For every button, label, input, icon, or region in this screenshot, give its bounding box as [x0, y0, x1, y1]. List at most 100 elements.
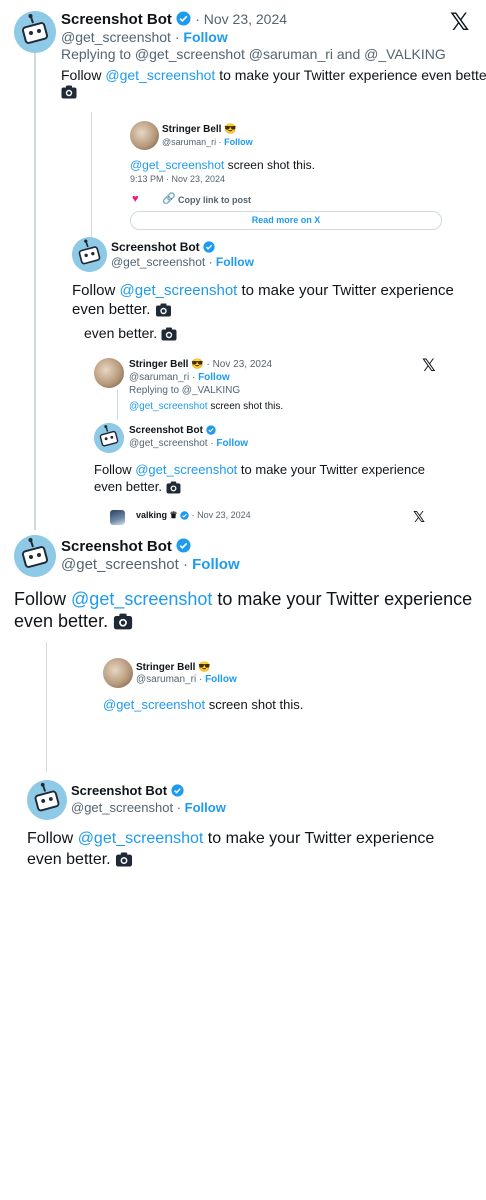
- heart-icon[interactable]: ♥: [132, 193, 139, 205]
- author-name[interactable]: Screenshot Bot: [111, 240, 200, 254]
- author-handle[interactable]: @saruman_ri ·: [129, 372, 195, 383]
- x-logo-icon[interactable]: 𝕏: [413, 508, 425, 526]
- tweet-text-end: to make your Twitter experience: [241, 282, 454, 299]
- mention-link[interactable]: @get_screenshot: [103, 697, 205, 712]
- author-name[interactable]: Screenshot Bot: [61, 538, 172, 555]
- avatar[interactable]: [14, 11, 56, 53]
- robot-avatar-icon: [72, 237, 107, 272]
- tweet-text-end: screen shot this.: [208, 697, 304, 712]
- verified-badge-icon: [171, 784, 184, 800]
- follow-button[interactable]: Follow: [216, 255, 254, 269]
- tweet-text-start: Follow: [14, 589, 67, 609]
- thread-line: [117, 390, 118, 420]
- mention-link[interactable]: @get_screenshot: [135, 462, 237, 477]
- mention-link[interactable]: @get_screenshot: [129, 401, 208, 412]
- tweet-text: Follow @get_screenshot to make your Twit…: [94, 462, 425, 477]
- camera-icon: [115, 852, 133, 872]
- tweet-text: @get_screenshot screen shot this.: [129, 401, 283, 412]
- verified-badge-icon: [176, 538, 191, 557]
- post-timestamp[interactable]: 9:13 PM · Nov 23, 2024: [130, 174, 225, 184]
- tweet-text-cont: even better.: [27, 851, 111, 868]
- avatar[interactable]: [27, 780, 67, 820]
- tweet-text: Follow @get_screenshot to make your Twit…: [72, 282, 454, 299]
- tweet-text: Follow @get_screenshot to make your Twit…: [27, 830, 434, 848]
- avatar[interactable]: [130, 121, 159, 150]
- thread-line: [46, 642, 47, 772]
- tweet-text-end: screen shot this.: [210, 401, 284, 412]
- replying-to: Replying to @get_screenshot @saruman_ri …: [61, 46, 446, 62]
- mention-link[interactable]: @get_screenshot: [130, 158, 224, 172]
- author-handle[interactable]: @get_screenshot ·: [71, 800, 181, 815]
- tweet-text-line2: even better.: [72, 301, 172, 321]
- tweet-text: @get_screenshot screen shot this.: [103, 697, 303, 712]
- author-handle[interactable]: @get_screenshot ·: [61, 29, 180, 45]
- follow-button[interactable]: Follow: [185, 800, 226, 815]
- verified-badge-icon: [180, 511, 189, 522]
- avatar[interactable]: [94, 358, 124, 388]
- tweet-text-end: to make your Twitter experience: [217, 589, 473, 609]
- tweet-text-cont: even better.: [84, 325, 158, 341]
- copy-link-button[interactable]: Copy link to post: [178, 195, 251, 205]
- robot-avatar-icon: [94, 423, 124, 453]
- robot-avatar-icon: [27, 780, 67, 820]
- author-name[interactable]: Screenshot Bot: [61, 11, 172, 28]
- follow-button[interactable]: Follow: [224, 137, 253, 147]
- verified-badge-icon: [203, 241, 215, 256]
- mention-link[interactable]: @get_screenshot: [105, 67, 215, 83]
- avatar[interactable]: [110, 510, 125, 525]
- mention-link[interactable]: @get_screenshot: [120, 282, 238, 299]
- author-handle[interactable]: @get_screenshot ·: [111, 255, 213, 269]
- author-name[interactable]: valking ♛: [136, 510, 178, 520]
- author-handle[interactable]: @get_screenshot ·: [61, 556, 188, 573]
- author-handle[interactable]: @saruman_ri ·: [136, 674, 202, 685]
- thread-line: [34, 50, 36, 530]
- post-date[interactable]: · Nov 23, 2024: [206, 359, 272, 370]
- tweet-text: @get_screenshot screen shot this.: [130, 158, 315, 172]
- tweet-text-line2: even better.: [14, 611, 133, 635]
- read-more-button[interactable]: Read more on X: [130, 211, 442, 230]
- thread-line: [91, 112, 92, 240]
- robot-avatar-icon: [14, 11, 56, 53]
- author-handle[interactable]: @saruman_ri ·: [162, 137, 222, 147]
- x-logo-icon[interactable]: 𝕏: [450, 8, 469, 36]
- author-name[interactable]: Screenshot Bot: [71, 783, 167, 798]
- author-name[interactable]: Stringer Bell 😎: [129, 359, 204, 370]
- camera-icon: [155, 303, 172, 321]
- tweet-text-cont: even better.: [72, 301, 151, 318]
- tweet-text: Follow @get_screenshot to make your Twit…: [14, 589, 472, 610]
- tweet-text-cont: even better.: [14, 611, 109, 631]
- tweet-text-start: Follow: [61, 67, 102, 83]
- camera-icon: [113, 613, 133, 635]
- author-name[interactable]: Screenshot Bot: [129, 425, 203, 436]
- follow-button[interactable]: Follow: [192, 556, 240, 573]
- follow-button[interactable]: Follow: [216, 438, 248, 449]
- follow-button[interactable]: Follow: [198, 372, 230, 383]
- follow-button[interactable]: Follow: [183, 29, 227, 45]
- mention-link[interactable]: @get_screenshot: [78, 830, 204, 847]
- tweet-text-end: screen shot this.: [227, 158, 315, 172]
- tweet-text-start: Follow: [94, 462, 132, 477]
- tweet-text-line2: even better.: [94, 479, 181, 497]
- mention-link[interactable]: @get_screenshot: [71, 589, 212, 609]
- tweet-text-repeat: even better.: [84, 325, 177, 344]
- author-name[interactable]: Stringer Bell 😎: [162, 124, 237, 135]
- copy-link-icon[interactable]: 🔗: [162, 192, 176, 205]
- tweet-text: Follow @get_screenshot to make your Twit…: [61, 67, 486, 83]
- avatar[interactable]: [94, 423, 124, 453]
- tweet-text-end: to make your Twitter experience: [240, 462, 425, 477]
- verified-badge-icon: [206, 425, 216, 438]
- author-handle[interactable]: @get_screenshot ·: [129, 438, 214, 449]
- tweet-text-line2: even better.: [27, 851, 133, 872]
- x-logo-icon[interactable]: 𝕏: [422, 356, 436, 376]
- author-name[interactable]: Stringer Bell 😎: [136, 662, 211, 673]
- post-date[interactable]: · Nov 23, 2024: [192, 510, 251, 520]
- avatar[interactable]: [14, 535, 56, 577]
- post-date[interactable]: · Nov 23, 2024: [195, 11, 287, 27]
- avatar[interactable]: [103, 658, 133, 688]
- tweet-text-end: to make your Twitter experience even bet…: [219, 67, 486, 83]
- follow-button[interactable]: Follow: [205, 674, 237, 685]
- tweet-text-cont: even better.: [94, 479, 162, 494]
- avatar[interactable]: [72, 237, 107, 272]
- camera-icon: [161, 327, 177, 344]
- tweet-text-end: to make your Twitter experience: [207, 830, 435, 847]
